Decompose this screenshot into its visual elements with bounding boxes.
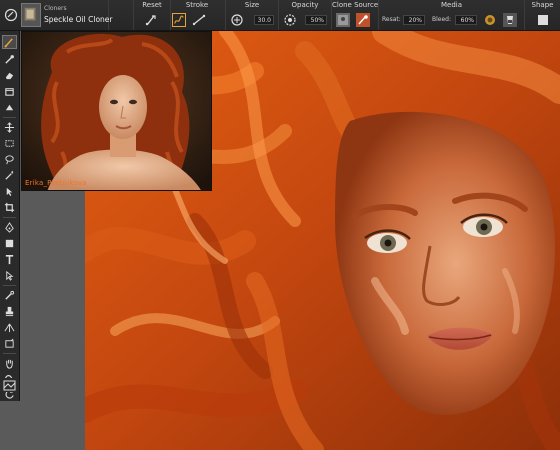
reset-tool-icon[interactable] <box>144 13 158 27</box>
rectangle-select-icon[interactable] <box>2 136 17 150</box>
grabber-hand-icon[interactable] <box>2 356 17 370</box>
clone-source-toggle-icon[interactable] <box>356 13 370 27</box>
clone-source-title: Clone Source <box>332 1 379 9</box>
brush-selector[interactable]: Cloners Speckle Oil Cloner <box>0 0 113 30</box>
size-title: Size <box>244 1 260 9</box>
clone-source-section: Clone Source <box>332 0 379 30</box>
photo-credit-text: Erika_Postnikova <box>25 179 87 187</box>
opacity-icon[interactable] <box>283 13 297 27</box>
opacity-field[interactable]: 50% <box>305 15 327 25</box>
mirror-tool-icon[interactable] <box>2 336 17 350</box>
brush-variant-label[interactable]: Speckle Oil Cloner <box>44 15 113 24</box>
paper-color-icon[interactable] <box>2 378 17 392</box>
pen-tool-icon[interactable] <box>2 220 17 234</box>
brush-tool-icon[interactable] <box>2 35 17 49</box>
transform-tool-icon[interactable] <box>2 120 17 134</box>
opacity-section: Opacity 50% <box>279 0 332 30</box>
opacity-title: Opacity <box>291 1 319 9</box>
brush-category-label: Cloners <box>44 5 67 12</box>
dirty-mode-icon[interactable] <box>483 13 497 27</box>
property-bar: Cloners Speckle Oil Cloner Reset Stroke … <box>0 0 560 31</box>
reset-title: Reset <box>142 1 162 9</box>
brush-size-icon[interactable] <box>230 13 244 27</box>
toolbox <box>0 31 20 401</box>
shape-title: Shape <box>531 1 554 9</box>
media-title: Media <box>440 1 463 9</box>
paint-bucket-icon[interactable] <box>2 84 17 98</box>
resat-field[interactable]: 20% <box>403 15 425 25</box>
blender-tool-icon[interactable] <box>2 100 17 114</box>
magic-wand-icon[interactable] <box>2 168 17 182</box>
shape-tool-icon[interactable] <box>2 236 17 250</box>
clone-source-image-icon[interactable] <box>336 13 350 27</box>
size-section: Size 30.0 <box>226 0 279 30</box>
size-field[interactable]: 30.0 <box>254 15 274 25</box>
bleed-label: Bleed: <box>432 16 451 23</box>
shape-icon[interactable] <box>536 13 550 27</box>
lasso-tool-icon[interactable] <box>2 152 17 166</box>
media-section: Media Resat: 20% Bleed: 60% <box>379 0 525 30</box>
crop-tool-icon[interactable] <box>2 200 17 214</box>
source-photo <box>22 32 211 190</box>
straight-line-stroke-icon[interactable] <box>192 13 206 27</box>
bleed-field[interactable]: 60% <box>455 15 477 25</box>
rubber-stamp-icon[interactable] <box>2 304 17 318</box>
refill-icon[interactable] <box>503 13 517 27</box>
perspective-guide-icon[interactable] <box>2 320 17 334</box>
text-tool-icon[interactable] <box>2 252 17 266</box>
freehand-stroke-icon[interactable] <box>172 13 186 27</box>
reset-section: Reset <box>133 0 171 30</box>
brush-thumbnail[interactable] <box>21 3 41 27</box>
resat-label: Resat: <box>382 16 401 23</box>
eraser-tool-icon[interactable] <box>2 68 17 82</box>
clone-source-preview[interactable]: Erika_Postnikova <box>21 31 212 191</box>
cloner-tool-icon[interactable] <box>2 288 17 302</box>
stroke-section: Stroke <box>169 0 226 30</box>
shape-selection-icon[interactable] <box>2 268 17 282</box>
stroke-title: Stroke <box>185 1 209 9</box>
selection-adjuster-icon[interactable] <box>2 184 17 198</box>
shape-section: Shape <box>525 0 560 30</box>
brush-category-icon[interactable] <box>4 8 18 22</box>
dropper-tool-icon[interactable] <box>2 52 17 66</box>
